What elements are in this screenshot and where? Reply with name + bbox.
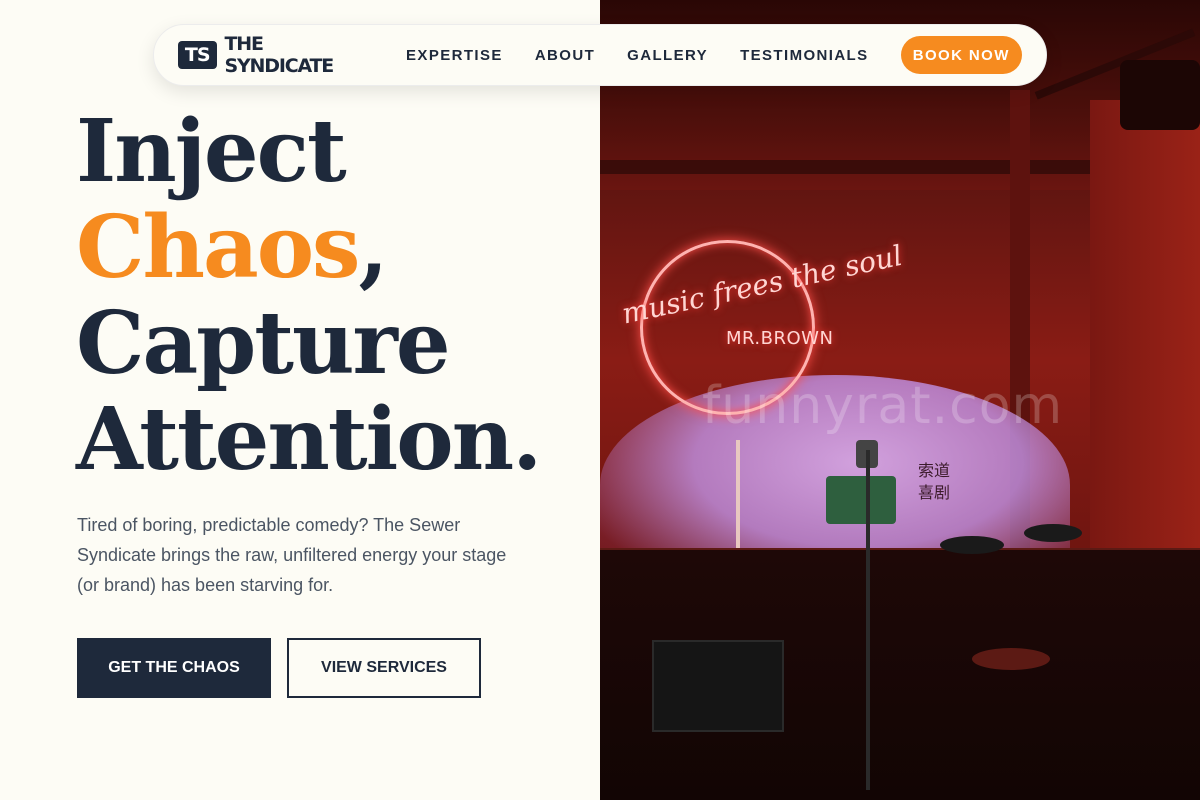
get-the-chaos-button[interactable]: GET THE CHAOS xyxy=(77,638,271,698)
cymbal xyxy=(940,536,1004,554)
nav-link-gallery[interactable]: GALLERY xyxy=(627,47,708,64)
headline-line-4: Attention. xyxy=(76,389,542,490)
logo-text: THE SYNDICATE xyxy=(224,33,335,77)
watermark: funnyrat.com xyxy=(702,376,1064,436)
hero-photo: music frees the soul MR.BROWN 索道喜剧 funny… xyxy=(600,0,1200,800)
top-nav: TS THE SYNDICATE EXPERTISE ABOUT GALLERY… xyxy=(153,24,1047,86)
hero-subtext: Tired of boring, predictable comedy? The… xyxy=(77,515,507,595)
wall-calligraphy: 索道喜剧 xyxy=(918,461,951,502)
mic-stand xyxy=(866,450,870,790)
headline-comma: , xyxy=(358,197,388,298)
amplifier xyxy=(652,640,784,732)
photo-speaker xyxy=(1120,60,1200,130)
cymbal xyxy=(1024,524,1082,542)
headline-line-1: Inject xyxy=(76,101,347,202)
photo-lamp xyxy=(826,476,896,524)
nav-link-expertise[interactable]: EXPERTISE xyxy=(406,47,503,64)
neon-sign-subtext: MR.BROWN xyxy=(726,328,834,349)
hero-headline: Inject Chaos, Capture Attention. xyxy=(76,101,542,490)
headline-line-3: Capture xyxy=(76,293,451,394)
view-services-button[interactable]: VIEW SERVICES xyxy=(287,638,481,698)
photo-wall xyxy=(1090,100,1200,580)
headline-accent: Chaos xyxy=(76,197,360,298)
headline-line-2: Chaos, xyxy=(76,200,540,296)
logo[interactable]: TS THE SYNDICATE xyxy=(178,33,364,77)
nav-link-about[interactable]: ABOUT xyxy=(535,47,595,64)
logo-badge: TS xyxy=(178,41,217,69)
nav-link-testimonials[interactable]: TESTIMONIALS xyxy=(740,47,868,64)
stool xyxy=(972,648,1050,670)
book-now-button[interactable]: BOOK NOW xyxy=(900,36,1022,74)
nav-links: EXPERTISE ABOUT GALLERY TESTIMONIALS xyxy=(406,47,901,64)
